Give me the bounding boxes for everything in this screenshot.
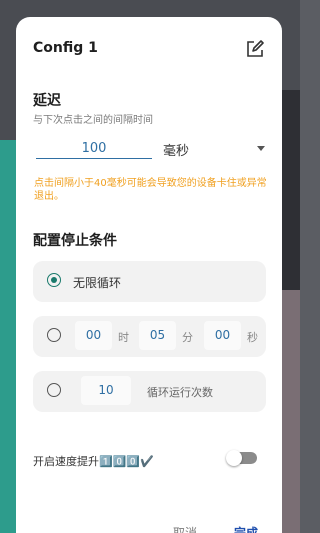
radio-infinite-loop[interactable] — [47, 273, 61, 287]
option-timer[interactable]: 00 时 05 分 00 秒 — [33, 316, 266, 357]
speed-boost-label: 开启速度提升1️⃣0️⃣0️⃣✔️ — [33, 453, 154, 469]
dropdown-arrow-icon — [257, 146, 265, 151]
hours-unit-label: 时 — [118, 331, 129, 344]
speed-boost-text: 开启速度提升 — [33, 455, 99, 468]
dialog-title: Config 1 — [33, 40, 98, 56]
radio-cycles[interactable] — [47, 383, 61, 397]
delay-heading: 延迟 — [33, 93, 61, 109]
option-infinite-loop[interactable]: 无限循环 — [33, 261, 266, 302]
radio-timer[interactable] — [47, 328, 61, 342]
delay-subtitle: 与下次点击之间的间隔时间 — [33, 115, 153, 126]
minutes-unit-label: 分 — [182, 331, 193, 344]
option-infinite-label: 无限循环 — [73, 276, 122, 290]
stop-condition-heading: 配置停止条件 — [33, 233, 117, 249]
cancel-button[interactable]: 取消 — [173, 524, 197, 533]
config-dialog: Config 1 延迟 与下次点击之间的间隔时间 毫秒 点击间隔小于40毫秒可能… — [16, 17, 282, 533]
cycles-count-input[interactable]: 10 — [81, 376, 131, 405]
delay-unit-select[interactable]: 毫秒 — [163, 137, 269, 159]
timer-minutes-input[interactable]: 05 — [139, 321, 176, 350]
delay-warning: 点击间隔小于40毫秒可能会导致您的设备卡住或异常退出。 — [34, 178, 267, 202]
speed-boost-toggle[interactable] — [226, 450, 257, 466]
done-button[interactable]: 完成 — [234, 524, 258, 533]
cycles-label: 循环运行次数 — [147, 386, 213, 399]
speed-boost-badge: 1️⃣0️⃣0️⃣✔️ — [99, 455, 154, 468]
edit-icon[interactable] — [245, 39, 265, 59]
delay-unit-label: 毫秒 — [163, 144, 190, 159]
option-cycles[interactable]: 10 循环运行次数 — [33, 371, 266, 412]
timer-hours-input[interactable]: 00 — [75, 321, 112, 350]
seconds-unit-label: 秒 — [247, 331, 258, 344]
delay-value-input[interactable] — [36, 138, 152, 159]
timer-seconds-input[interactable]: 00 — [204, 321, 241, 350]
toggle-knob — [226, 450, 242, 466]
